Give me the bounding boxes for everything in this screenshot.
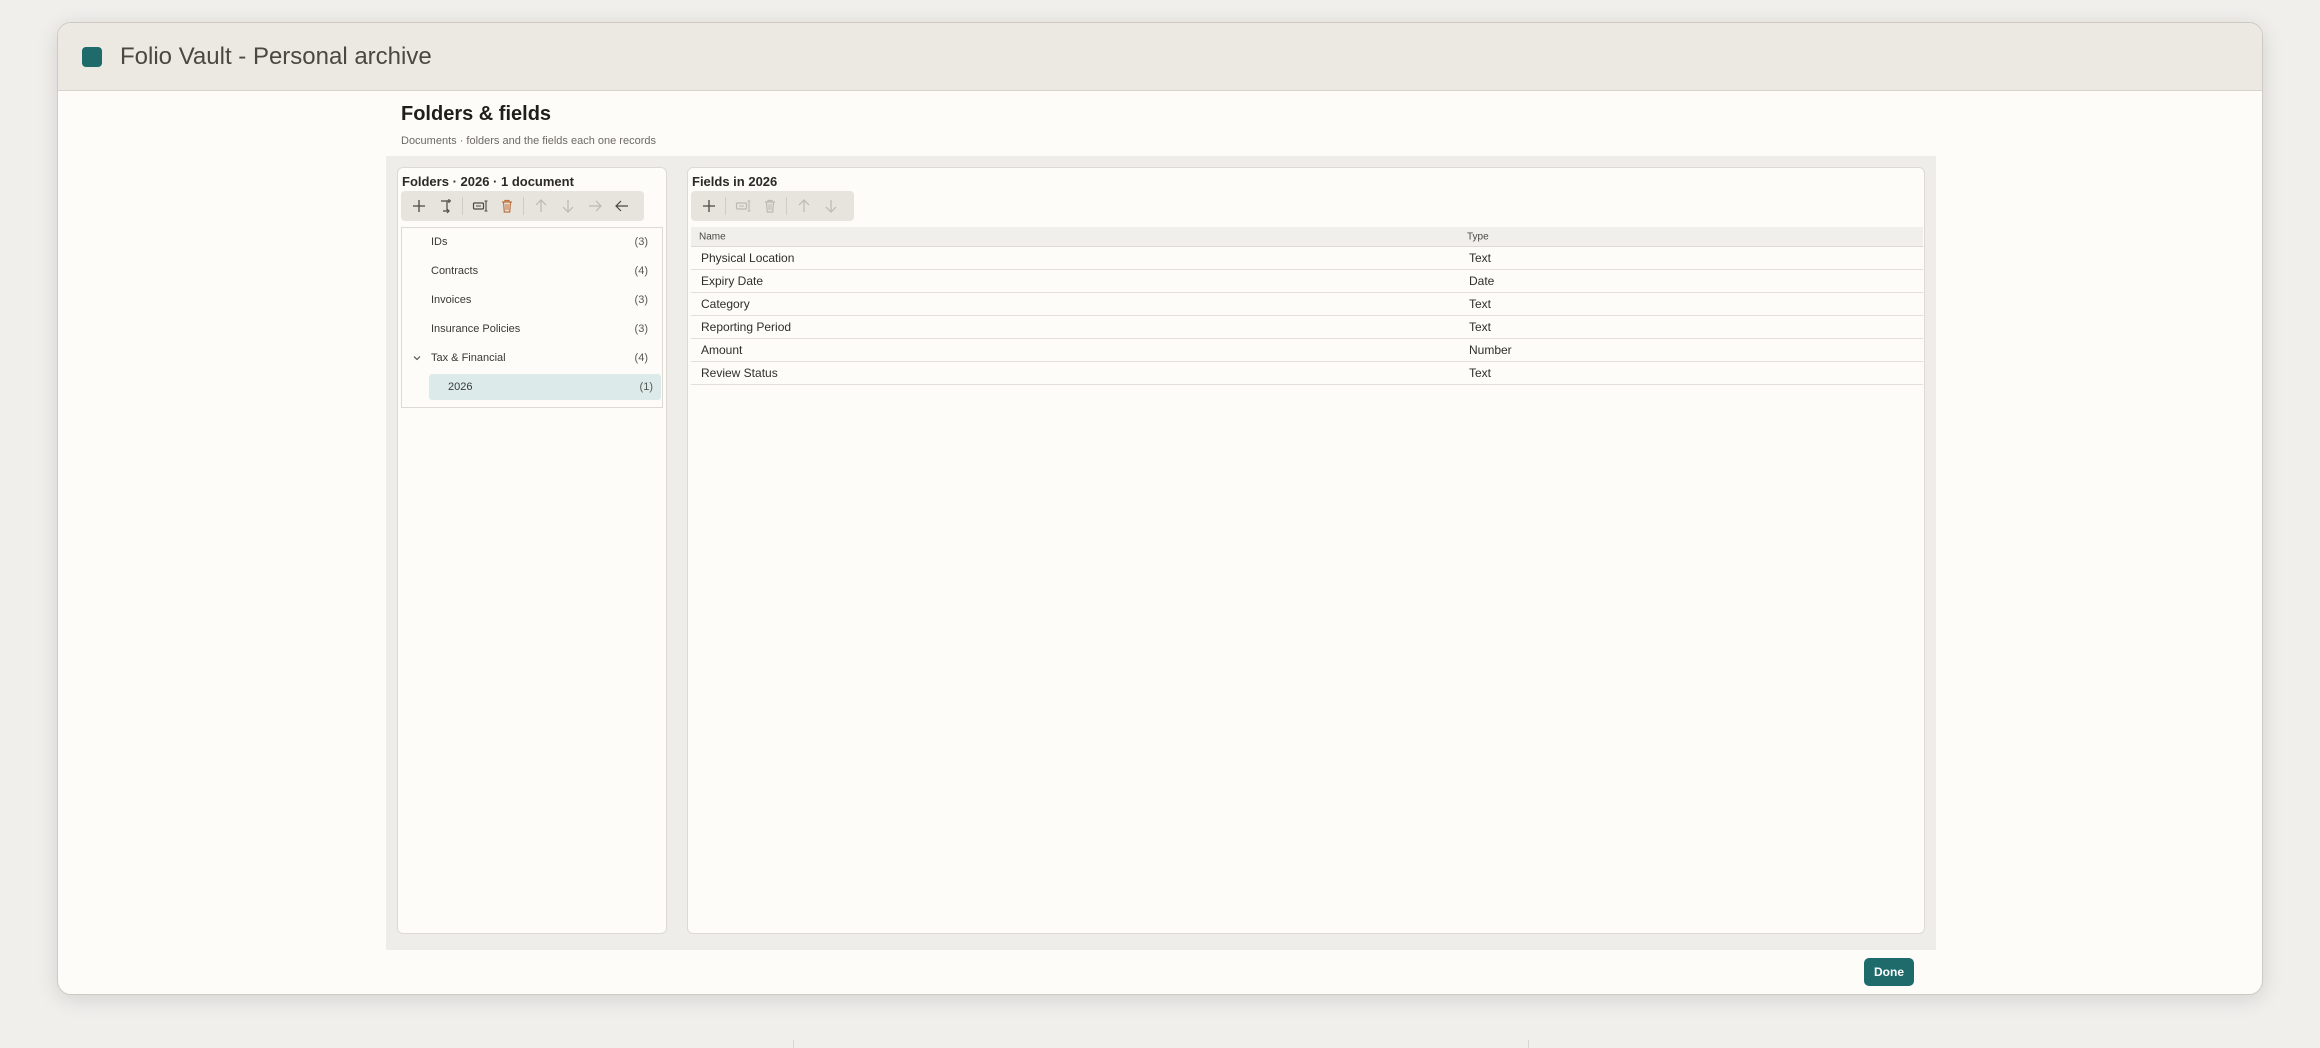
page-subtitle: Documents · folders and the fields each …: [401, 135, 656, 147]
done-button[interactable]: Done: [1864, 958, 1914, 986]
folder-label: Insurance Policies: [431, 323, 521, 335]
trash-icon: [764, 199, 775, 213]
field-name: Category: [701, 297, 750, 311]
folder-label: Tax & Financial: [431, 352, 506, 364]
arrow-down-icon: [825, 200, 836, 213]
fields-toolbar: [691, 191, 854, 221]
field-move-down-button[interactable]: [817, 193, 844, 219]
trash-icon: [501, 199, 512, 213]
folder-count: (3): [634, 294, 648, 306]
folder-item[interactable]: Tax & Financial (4): [402, 345, 660, 371]
field-type: Text: [1469, 320, 1492, 334]
field-type: Date: [1469, 274, 1495, 288]
app-icon: [82, 46, 102, 67]
add-field-button[interactable]: [695, 193, 722, 219]
content-area: Folders · 2026 · 1 document IDs (3) Cont…: [386, 156, 1936, 950]
move-up-button[interactable]: [527, 193, 554, 219]
toolbar-divider: [786, 197, 787, 215]
fields-table: Name Type Physical Location Text Expiry …: [691, 227, 1923, 385]
folder-item[interactable]: Invoices (3): [402, 287, 660, 313]
add-folder-button[interactable]: [405, 193, 432, 219]
fields-panel-title: Fields in 2026: [692, 174, 778, 189]
delete-folder-button[interactable]: [493, 193, 520, 219]
arrow-right-icon: [588, 200, 602, 212]
field-type: Text: [1469, 366, 1492, 380]
field-move-up-button[interactable]: [790, 193, 817, 219]
folder-count: (4): [634, 265, 648, 277]
arrow-up-icon: [535, 199, 546, 212]
field-name: Amount: [701, 343, 743, 357]
dialog-window: Folio Vault - Personal archive Folders &…: [57, 22, 2263, 995]
folders-panel-title: Folders · 2026 · 1 document: [402, 174, 574, 189]
folder-label: Contracts: [431, 265, 479, 277]
folder-count: (1): [639, 381, 653, 393]
page-title: Folders & fields: [401, 103, 552, 125]
plus-icon: [412, 200, 425, 212]
window-title: Folio Vault - Personal archive: [120, 42, 432, 70]
add-subfolder-button[interactable]: [432, 193, 459, 219]
folder-item[interactable]: Insurance Policies (3): [402, 316, 660, 342]
title-bar: Folio Vault - Personal archive: [58, 23, 2262, 91]
table-row[interactable]: Category Text: [691, 293, 1923, 316]
add-subfolder-icon: [440, 199, 451, 214]
toolbar-divider: [725, 197, 726, 215]
plus-icon: [702, 200, 715, 212]
table-row[interactable]: Reporting Period Text: [691, 316, 1923, 339]
folder-label: 2026: [448, 381, 473, 393]
folder-label: Invoices: [431, 294, 472, 306]
field-name: Review Status: [701, 366, 778, 380]
toolbar-divider: [462, 197, 463, 215]
table-row[interactable]: Physical Location Text: [691, 247, 1923, 270]
chevron-down-icon[interactable]: [412, 353, 422, 363]
rename-icon: [735, 200, 750, 212]
fields-panel: Fields in 2026 Name Type Physical Locati…: [687, 167, 1925, 934]
folder-count: (3): [634, 236, 648, 248]
table-row[interactable]: Review Status Text: [691, 362, 1923, 385]
column-header-type[interactable]: Type: [1467, 231, 1489, 242]
field-type: Text: [1469, 251, 1492, 265]
folder-item[interactable]: Contracts (4): [402, 258, 660, 284]
move-down-button[interactable]: [554, 193, 581, 219]
arrow-left-icon: [614, 200, 628, 212]
folder-count: (3): [634, 323, 648, 335]
outdent-button[interactable]: [608, 193, 635, 219]
toolbar-divider: [523, 197, 524, 215]
rename-icon: [472, 200, 487, 212]
background-tick: [1528, 1040, 1529, 1048]
folders-panel: Folders · 2026 · 1 document IDs (3) Cont…: [397, 167, 667, 934]
folder-item[interactable]: IDs (3): [402, 229, 660, 255]
field-name: Reporting Period: [701, 320, 792, 334]
field-type: Number: [1469, 343, 1512, 357]
indent-button[interactable]: [581, 193, 608, 219]
rename-field-button[interactable]: [729, 193, 756, 219]
delete-field-button[interactable]: [756, 193, 783, 219]
folder-item-selected[interactable]: 2026 (1): [429, 374, 661, 400]
table-header: Name Type: [691, 227, 1923, 247]
column-header-name[interactable]: Name: [699, 231, 726, 242]
rename-folder-button[interactable]: [466, 193, 493, 219]
background-tick: [793, 1040, 794, 1048]
folder-tree: IDs (3) Contracts (4) Invoices (3) Insur…: [401, 227, 663, 408]
table-row[interactable]: Expiry Date Date: [691, 270, 1923, 293]
arrow-up-icon: [798, 199, 809, 212]
field-type: Text: [1469, 297, 1492, 311]
page-header: Folders & fields Documents · folders and…: [401, 103, 656, 147]
folders-toolbar: [401, 191, 644, 221]
field-name: Expiry Date: [701, 274, 764, 288]
field-name: Physical Location: [701, 251, 795, 265]
folder-label: IDs: [431, 236, 448, 248]
table-row[interactable]: Amount Number: [691, 339, 1923, 362]
arrow-down-icon: [562, 200, 573, 213]
folder-count: (4): [634, 352, 648, 364]
